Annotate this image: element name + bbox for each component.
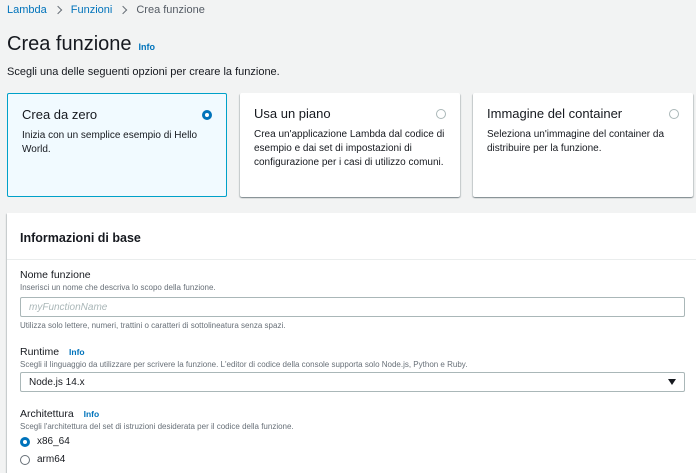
option-card-title: Immagine del container bbox=[487, 106, 623, 121]
runtime-selected-value: Node.js 14.x bbox=[29, 376, 85, 388]
option-card-use-blueprint[interactable]: Usa un piano Crea un'applicazione Lambda… bbox=[240, 93, 460, 197]
page-title: Crea funzione bbox=[7, 33, 132, 55]
architecture-option-label: arm64 bbox=[37, 454, 66, 465]
page-header: Crea funzione Info bbox=[7, 33, 155, 56]
architecture-description: Scegli l'architettura del set di istruzi… bbox=[20, 422, 294, 431]
option-card-description: Seleziona un'immagine del container da d… bbox=[487, 129, 665, 154]
function-name-description: Inserisci un nome che descriva lo scopo … bbox=[20, 283, 216, 292]
runtime-label: Runtime Info bbox=[20, 346, 85, 358]
runtime-select[interactable]: Node.js 14.x bbox=[20, 372, 685, 392]
architecture-info-link[interactable]: Info bbox=[84, 409, 100, 419]
option-card-author-from-scratch[interactable]: Crea da zero Inizia con un semplice esem… bbox=[7, 93, 227, 197]
architecture-option-x86-64[interactable]: x86_64 bbox=[20, 436, 70, 447]
runtime-description: Scegli il linguaggio da utilizzare per s… bbox=[20, 360, 468, 369]
option-card-title: Crea da zero bbox=[22, 107, 98, 122]
option-card-container-image[interactable]: Immagine del container Seleziona un'imma… bbox=[473, 93, 693, 197]
option-radio-use-blueprint[interactable] bbox=[436, 109, 446, 119]
radio-arm64[interactable] bbox=[20, 454, 30, 465]
breadcrumb-current: Crea funzione bbox=[136, 4, 205, 16]
create-function-page: Lambda Funzioni Crea funzione Crea funzi… bbox=[0, 0, 696, 473]
function-name-label: Nome funzione bbox=[20, 269, 91, 281]
runtime-label-text: Runtime bbox=[20, 346, 60, 358]
function-name-input[interactable] bbox=[20, 297, 685, 317]
radio-x86-64[interactable] bbox=[20, 436, 30, 447]
option-radio-author-from-scratch[interactable] bbox=[202, 110, 212, 120]
page-subtitle: Scegli una delle seguenti opzioni per cr… bbox=[7, 66, 280, 78]
option-radio-container-image[interactable] bbox=[669, 109, 679, 119]
chevron-right-icon bbox=[53, 5, 63, 15]
chevron-right-icon bbox=[119, 5, 128, 15]
option-card-description: Inizia con un semplice esempio di Hello … bbox=[22, 130, 198, 155]
panel-title: Informazioni di base bbox=[20, 231, 141, 245]
architecture-label-text: Architettura bbox=[20, 408, 74, 420]
runtime-info-link[interactable]: Info bbox=[69, 347, 85, 357]
breadcrumb-functions[interactable]: Funzioni bbox=[71, 4, 113, 16]
option-card-title: Usa un piano bbox=[254, 106, 331, 121]
function-name-hint: Utilizza solo lettere, numeri, trattini … bbox=[20, 321, 286, 330]
caret-down-icon bbox=[668, 379, 676, 385]
basic-info-panel: Informazioni di base Nome funzione Inser… bbox=[7, 213, 696, 473]
architecture-option-label: x86_64 bbox=[37, 436, 70, 447]
architecture-label: Architettura Info bbox=[20, 408, 99, 420]
function-name-label-text: Nome funzione bbox=[20, 269, 91, 281]
page-info-link[interactable]: Info bbox=[139, 42, 156, 52]
breadcrumb-lambda[interactable]: Lambda bbox=[7, 4, 47, 16]
panel-header: Informazioni di base bbox=[7, 213, 696, 260]
architecture-option-arm64[interactable]: arm64 bbox=[20, 454, 65, 465]
breadcrumb: Lambda Funzioni Crea funzione bbox=[7, 3, 205, 17]
option-card-description: Crea un'applicazione Lambda dal codice d… bbox=[254, 129, 445, 168]
